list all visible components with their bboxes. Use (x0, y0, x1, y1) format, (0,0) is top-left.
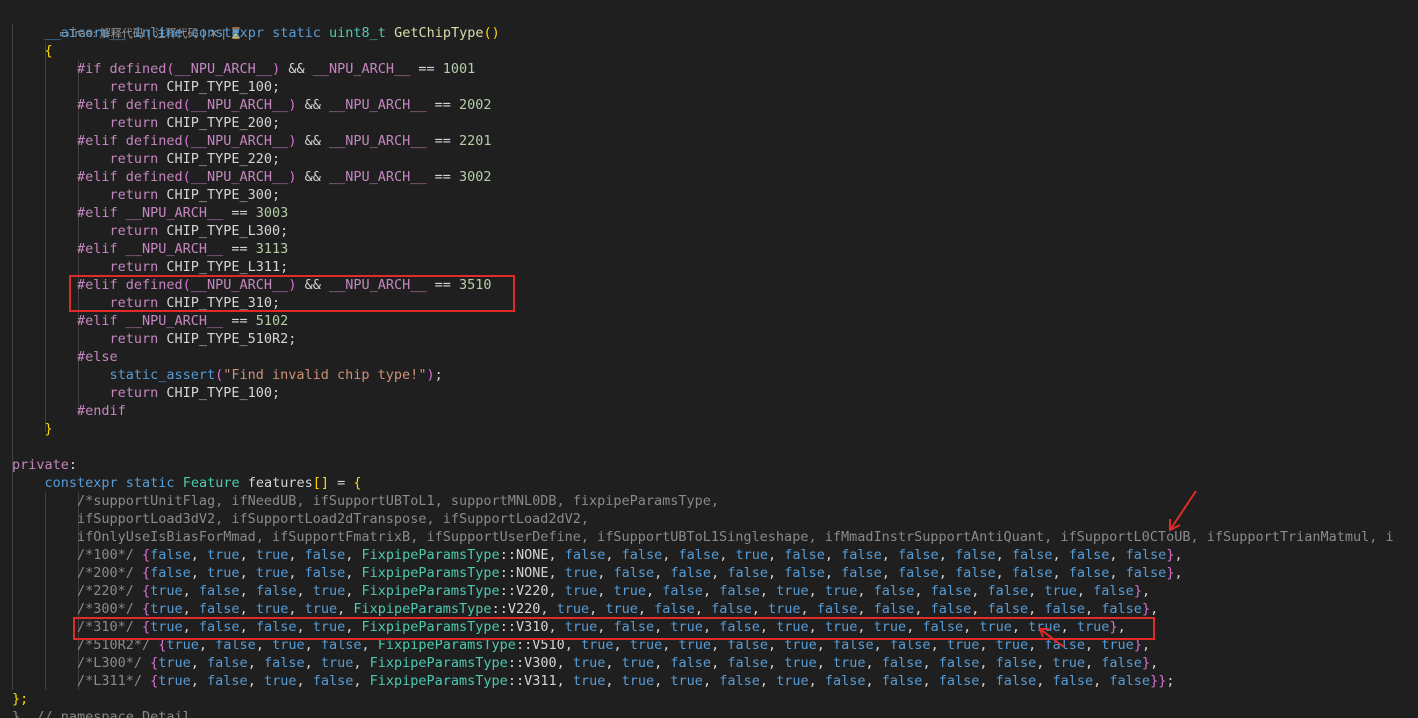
arrow-ifSupportL0CToUB (1169, 490, 1197, 532)
code-editor[interactable]: ▭Trae: 解释代码 | 注释代码 | ✕ | ⌛ __aicore__ in… (0, 0, 1418, 718)
arrow-310-value (1038, 628, 1065, 648)
annotation-arrows (1038, 490, 1197, 648)
